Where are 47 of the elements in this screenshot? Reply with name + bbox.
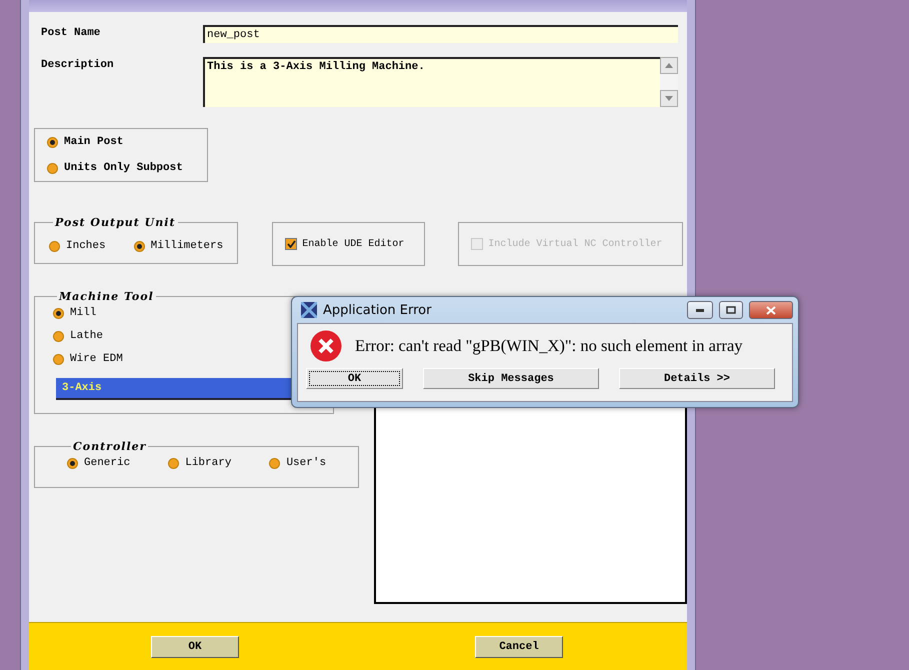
radio-icon[interactable] bbox=[67, 458, 78, 468]
radio-option[interactable]: Inches bbox=[49, 233, 106, 259]
ok-button[interactable]: OK bbox=[151, 636, 239, 658]
radio-option[interactable]: Units Only Subpost bbox=[47, 162, 195, 174]
radio-option[interactable]: User's bbox=[269, 457, 326, 469]
scroll-down-icon[interactable] bbox=[665, 96, 673, 101]
radio-icon[interactable] bbox=[47, 162, 58, 174]
checkbox-option[interactable]: Enable UDE Editor bbox=[285, 238, 404, 250]
radio-icon[interactable] bbox=[53, 308, 64, 318]
dialog-button[interactable]: Details >> bbox=[619, 368, 775, 389]
dialog-button[interactable]: OK bbox=[306, 368, 403, 389]
error-icon bbox=[310, 330, 342, 362]
field-label: Post Name bbox=[40, 26, 102, 39]
dialog-title: Application Error bbox=[323, 302, 432, 318]
radio-option[interactable]: Mill bbox=[53, 307, 315, 319]
radio-option[interactable]: Wire EDM bbox=[53, 353, 315, 365]
field-label: Description bbox=[40, 58, 115, 71]
radio-icon[interactable] bbox=[53, 354, 64, 364]
radio-option[interactable]: Generic bbox=[67, 457, 130, 469]
close-icon bbox=[766, 306, 776, 314]
group-title: Machine Tool bbox=[58, 290, 155, 303]
radio-option[interactable]: Main Post bbox=[47, 136, 195, 148]
scrollbar[interactable] bbox=[660, 57, 678, 107]
radio-icon[interactable] bbox=[49, 240, 60, 252]
post-name-field[interactable]: new_post bbox=[203, 25, 678, 43]
radio-option[interactable]: Library bbox=[168, 457, 232, 469]
maximize-icon bbox=[726, 306, 736, 314]
radio-icon[interactable] bbox=[269, 458, 280, 468]
app-icon bbox=[301, 302, 317, 318]
cancel-button[interactable]: Cancel bbox=[475, 636, 563, 658]
radio-icon[interactable] bbox=[134, 240, 145, 252]
group-title: Controller bbox=[72, 440, 148, 453]
radio-option[interactable]: Millimeters bbox=[134, 233, 224, 259]
scroll-up-icon[interactable] bbox=[665, 63, 673, 68]
minimize-icon bbox=[696, 308, 704, 312]
close-button[interactable] bbox=[749, 301, 793, 319]
description-field[interactable]: This is a 3-Axis Milling Machine. bbox=[203, 57, 660, 107]
radio-option[interactable]: Lathe bbox=[53, 330, 315, 342]
checkbox[interactable] bbox=[285, 238, 298, 250]
dialog-button[interactable]: Skip Messages bbox=[423, 368, 599, 389]
error-message: Error: can't read "gPB(WIN_X)": no such element in array bbox=[355, 336, 743, 356]
radio-icon[interactable] bbox=[168, 458, 180, 468]
radio-icon[interactable] bbox=[47, 136, 58, 148]
maximize-button[interactable] bbox=[719, 301, 743, 319]
minimize-button[interactable] bbox=[687, 301, 713, 319]
group-title: Post Output Unit bbox=[54, 216, 177, 229]
radio-icon[interactable] bbox=[53, 330, 64, 342]
